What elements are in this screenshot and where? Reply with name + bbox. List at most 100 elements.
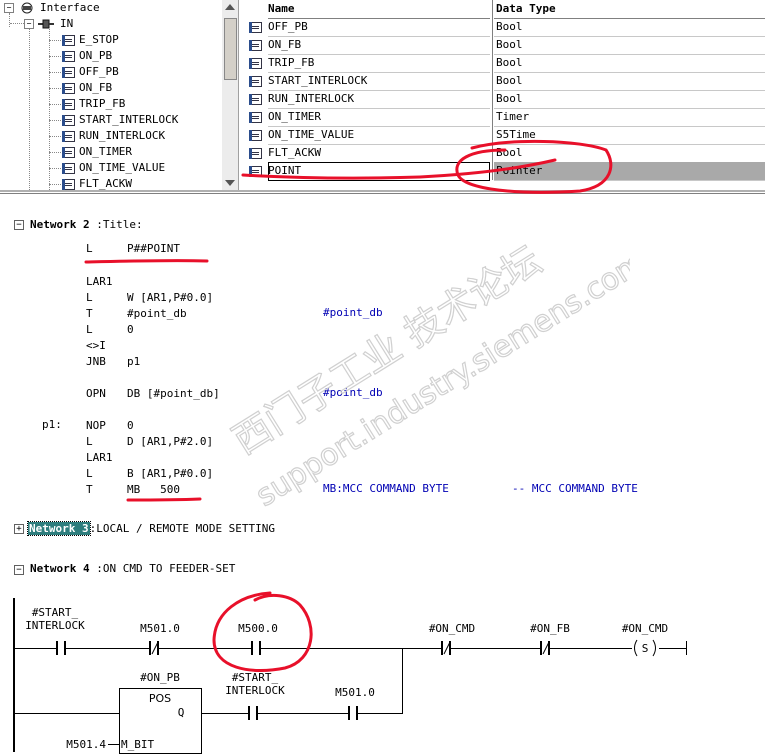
variable-icon bbox=[249, 94, 262, 105]
tree-item[interactable]: START_INTERLOCK bbox=[79, 112, 178, 128]
variable-icon bbox=[249, 130, 262, 141]
variable-icon bbox=[62, 131, 75, 142]
tree-item[interactable]: RUN_INTERLOCK bbox=[79, 128, 165, 144]
variable-icon bbox=[62, 99, 75, 110]
variable-icon bbox=[249, 148, 262, 159]
column-header-type[interactable]: Data Type bbox=[494, 0, 765, 19]
decl-row-name[interactable]: ON_TIMER bbox=[268, 108, 490, 127]
network4-header[interactable]: Network 4 :ON CMD TO FEEDER-SET bbox=[30, 562, 235, 575]
box-name: POS bbox=[148, 692, 172, 705]
contact-operand: #START_ INTERLOCK bbox=[225, 671, 285, 697]
tree-item[interactable]: ON_FB bbox=[79, 80, 112, 96]
decl-row-type[interactable]: S5Time bbox=[494, 126, 765, 145]
stl-operand[interactable]: W [AR1,P#0.0] bbox=[127, 290, 213, 306]
decl-row-name[interactable]: POINT bbox=[268, 162, 490, 181]
decl-row-type[interactable]: Timer bbox=[494, 108, 765, 127]
stl-operand[interactable]: 0 bbox=[127, 418, 134, 434]
stl-instruction[interactable]: L bbox=[86, 241, 93, 257]
stl-instruction[interactable]: NOP bbox=[86, 418, 106, 434]
in-section-icon bbox=[38, 19, 54, 29]
stl-instruction[interactable]: L bbox=[86, 290, 93, 306]
decl-row-name[interactable]: RUN_INTERLOCK bbox=[268, 90, 490, 109]
decl-row-name[interactable]: ON_FB bbox=[268, 36, 490, 55]
variable-icon bbox=[62, 67, 75, 78]
network3-header[interactable]: Network 3:LOCAL / REMOTE MODE SETTING bbox=[27, 521, 275, 536]
tree-in-label[interactable]: IN bbox=[60, 16, 73, 32]
variable-icon bbox=[62, 35, 75, 46]
stl-jump-label: p1: bbox=[42, 418, 62, 431]
decl-row-type[interactable]: Bool bbox=[494, 72, 765, 91]
annotation-underline-mb bbox=[126, 497, 202, 502]
tree-item[interactable]: TRIP_FB bbox=[79, 96, 125, 112]
decl-row-type[interactable]: Bool bbox=[494, 18, 765, 37]
stl-instruction[interactable]: LAR1 bbox=[86, 274, 113, 290]
variable-icon bbox=[249, 22, 262, 33]
stl-operand[interactable]: B [AR1,P#0.0] bbox=[127, 466, 213, 482]
tree-root-label[interactable]: Interface bbox=[40, 0, 100, 16]
box-operand: #ON_PB bbox=[140, 671, 180, 684]
stl-operand[interactable]: 0 bbox=[127, 322, 134, 338]
stl-instruction[interactable]: L bbox=[86, 434, 93, 450]
stl-instruction[interactable]: T bbox=[86, 482, 93, 498]
collapse-toggle[interactable]: − bbox=[24, 19, 34, 29]
contact-operand: M500.0 bbox=[238, 622, 278, 635]
stl-instruction[interactable]: JNB bbox=[86, 354, 106, 370]
stl-instruction[interactable]: <>I bbox=[86, 338, 106, 354]
box-input-pin: M_BIT bbox=[121, 738, 155, 751]
decl-row-name[interactable]: START_INTERLOCK bbox=[268, 72, 490, 91]
stl-operand[interactable]: MB 500 bbox=[127, 482, 180, 498]
collapse-toggle[interactable]: − bbox=[4, 3, 14, 13]
tree-item[interactable]: E_STOP bbox=[79, 32, 119, 48]
stl-operand[interactable]: #point_db bbox=[127, 306, 187, 322]
network2-header[interactable]: Network 2 :Title: bbox=[30, 218, 143, 231]
network3-expand-icon[interactable]: + bbox=[14, 524, 24, 534]
tree-item[interactable]: FLT_ACKW bbox=[79, 176, 132, 190]
stl-comment: -- MCC COMMAND BYTE bbox=[512, 482, 638, 495]
decl-row-name[interactable]: FLT_ACKW bbox=[268, 144, 490, 163]
interface-tree[interactable]: − Interface − IN E_STOP ON_PB OFF_PB ON_FB T… bbox=[0, 0, 223, 190]
stl-instruction[interactable]: LAR1 bbox=[86, 450, 113, 466]
coil-letter: S bbox=[642, 642, 649, 655]
decl-row-type[interactable]: Bool bbox=[494, 54, 765, 73]
contact-operand: M501.0 bbox=[335, 686, 375, 699]
tree-scrollbar[interactable] bbox=[222, 0, 239, 190]
stl-comment: MB:MCC COMMAND BYTE bbox=[323, 482, 449, 495]
coil-operand: #ON_CMD bbox=[621, 622, 669, 635]
variable-icon bbox=[62, 115, 75, 126]
decl-row-name[interactable]: ON_TIME_VALUE bbox=[268, 126, 490, 145]
decl-row-name[interactable]: TRIP_FB bbox=[268, 54, 490, 73]
interface-icon bbox=[21, 2, 33, 14]
tree-item[interactable]: ON_PB bbox=[79, 48, 112, 64]
variable-icon bbox=[62, 147, 75, 158]
tree-item[interactable]: OFF_PB bbox=[79, 64, 119, 80]
variable-icon bbox=[62, 51, 75, 62]
box-input-operand: M501.4 bbox=[66, 738, 106, 751]
stl-instruction[interactable]: L bbox=[86, 466, 93, 482]
annotation-underline-load bbox=[84, 259, 209, 264]
variable-icon bbox=[62, 83, 75, 94]
stl-operand[interactable]: D [AR1,P#2.0] bbox=[127, 434, 213, 450]
decl-row-type[interactable]: Bool bbox=[494, 144, 765, 163]
variable-icon bbox=[249, 76, 262, 87]
stl-instruction[interactable]: T bbox=[86, 306, 93, 322]
stl-instruction[interactable]: L bbox=[86, 322, 93, 338]
variable-icon bbox=[249, 112, 262, 123]
decl-row-type[interactable]: Bool bbox=[494, 90, 765, 109]
stl-operand[interactable]: DB [#point_db] bbox=[127, 386, 220, 402]
network2-collapse-icon[interactable]: − bbox=[14, 220, 24, 230]
tree-item[interactable]: ON_TIMER bbox=[79, 144, 132, 160]
variable-icon bbox=[62, 179, 75, 190]
set-coil[interactable]: S bbox=[630, 639, 660, 657]
stl-operand[interactable]: p1 bbox=[127, 354, 140, 370]
decl-row-type[interactable]: Bool bbox=[494, 36, 765, 55]
column-header-name[interactable]: Name bbox=[268, 0, 490, 19]
stl-operand[interactable]: P##POINT bbox=[127, 241, 180, 257]
watermark-line2: support.industry.siemens.com/cs bbox=[250, 240, 630, 510]
stl-instruction[interactable]: OPN bbox=[86, 386, 106, 402]
interface-panel: − Interface − IN E_STOP ON_PB OFF_PB ON_FB T… bbox=[0, 0, 765, 194]
variable-icon bbox=[62, 163, 75, 174]
decl-row-type[interactable]: Pointer bbox=[494, 162, 765, 181]
tree-item[interactable]: ON_TIME_VALUE bbox=[79, 160, 165, 176]
decl-row-name[interactable]: OFF_PB bbox=[268, 18, 490, 37]
network4-collapse-icon[interactable]: − bbox=[14, 565, 24, 575]
